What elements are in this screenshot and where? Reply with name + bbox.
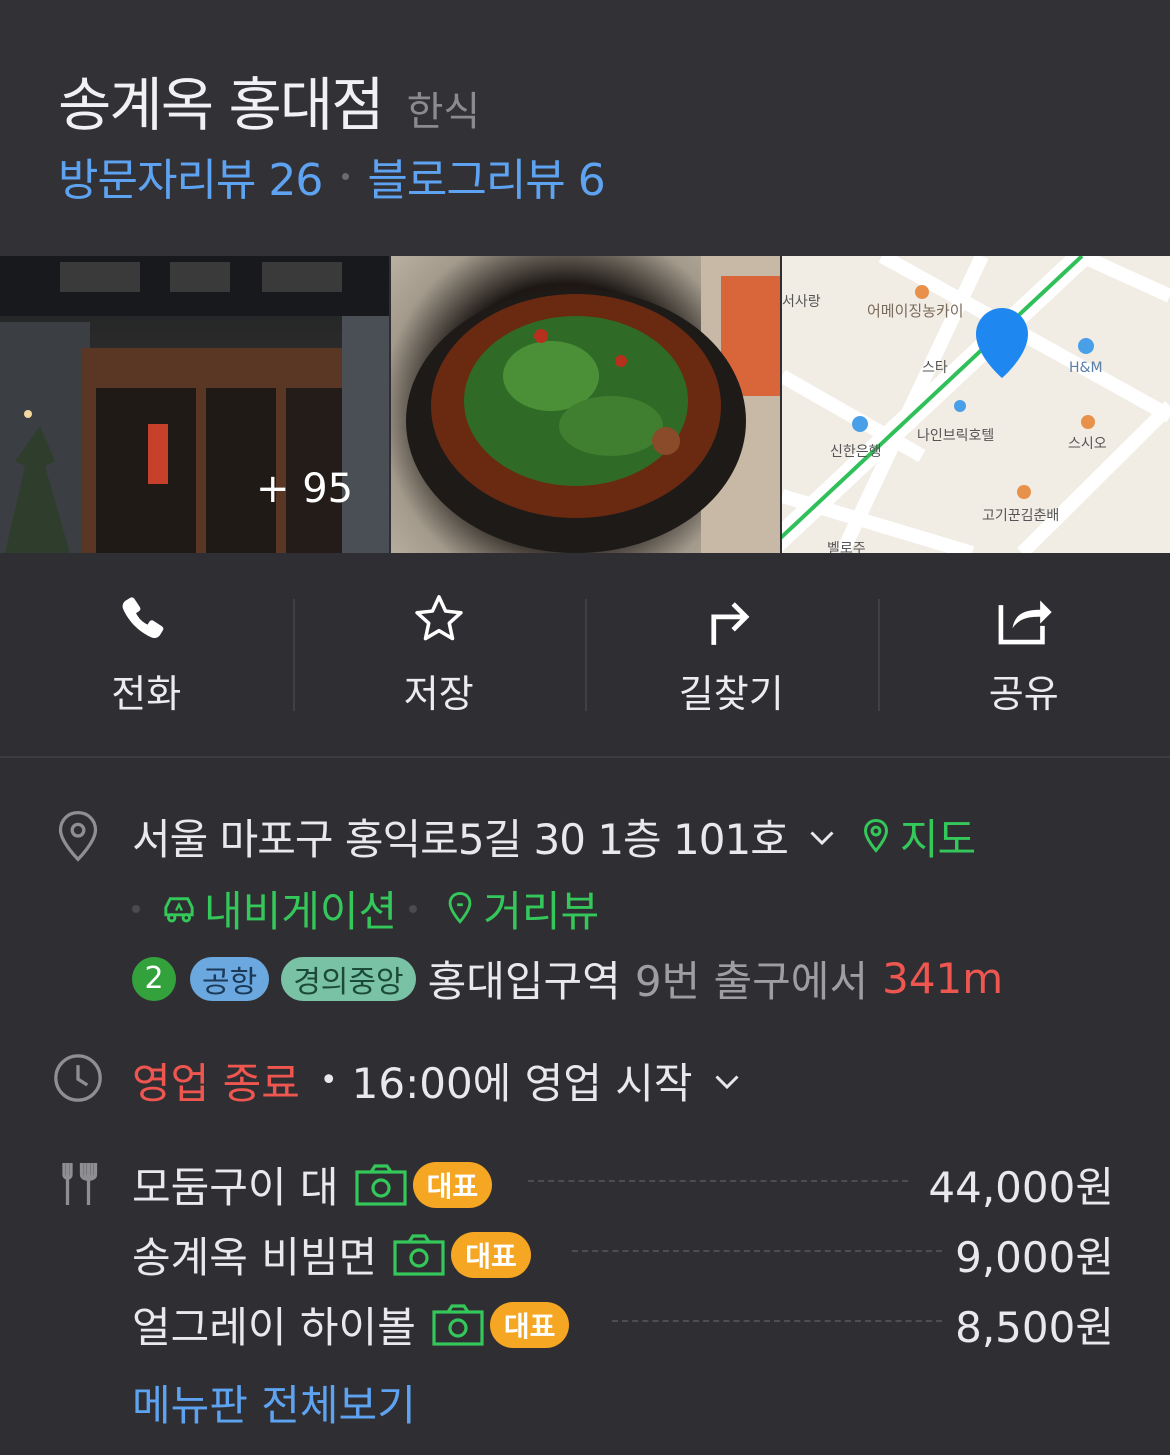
- separator-dot: [132, 904, 140, 913]
- title-row: 송계옥 홍대점 한식: [58, 58, 480, 142]
- menu-item-name: 송계옥 비빔면: [132, 1233, 378, 1282]
- map-label: H&M: [1069, 360, 1103, 376]
- action-bar: 전화 저장 길찾기 공유: [0, 553, 1170, 758]
- map-link[interactable]: 지도: [900, 806, 976, 867]
- map-label: 스타: [922, 360, 948, 376]
- save-label: 저장: [403, 672, 474, 716]
- menu-item-name: 모둠구이 대: [132, 1163, 339, 1212]
- call-label: 전화: [111, 672, 182, 716]
- map-label: 고기꾼김춘배: [982, 508, 1059, 524]
- address-text[interactable]: 서울 마포구 홍익로5길 30 1층 101호: [132, 806, 789, 867]
- camera-icon: [354, 1163, 407, 1206]
- more-photos-count: + 95: [256, 466, 354, 512]
- share-button[interactable]: 공유: [877, 553, 1170, 756]
- camera-icon: [432, 1303, 484, 1346]
- fork-knife-icon: [62, 1163, 98, 1205]
- directions-label: 길찾기: [678, 672, 784, 716]
- hours-row[interactable]: 영업 종료 • 16:00에 영업 시작: [132, 1050, 745, 1111]
- navigation-row: 내비게이션 거리뷰: [132, 878, 599, 939]
- address-row: 서울 마포구 홍익로5길 30 1층 101호 지도: [132, 806, 976, 867]
- leader-dots: [528, 1180, 908, 1182]
- subway-station: 홍대입구역: [427, 957, 621, 1006]
- separator-dot: [409, 904, 418, 913]
- star-icon: [409, 589, 469, 649]
- menu-item[interactable]: 송계옥 비빔면 대표: [132, 1224, 531, 1285]
- menu-item[interactable]: 모둠구이 대 대표: [132, 1154, 493, 1215]
- map-illustration: 어메이징농카이 H&M 신한은행 나인브릭호텔 스시오 고기꾼김춘배 벨로주 서…: [782, 256, 1170, 553]
- save-button[interactable]: 저장: [292, 553, 586, 756]
- map-label: 서사랑: [782, 294, 821, 310]
- reviews-row: 방문자리뷰 26 블로그리뷰 6: [58, 144, 606, 208]
- place-info: 서울 마포구 홍익로5길 30 1층 101호 지도 내비게이션 거리뷰 2 공…: [0, 760, 1170, 1455]
- car-icon: [164, 896, 194, 922]
- map-thumbnail[interactable]: 어메이징농카이 H&M 신한은행 나인브릭호텔 스시오 고기꾼김춘배 벨로주 서…: [782, 256, 1170, 553]
- signature-badge: 대표: [451, 1231, 531, 1278]
- subway-line-gyeongui-badge: 경의중앙: [281, 956, 416, 1001]
- map-label: 벨로주: [827, 541, 866, 553]
- photo-strip: + 95 어메이징농카이 H&M 신한은행 나인브릭호텔 스시오 고기꾼김춘배: [0, 256, 1170, 553]
- place-header: 송계옥 홍대점 한식 방문자리뷰 26 블로그리뷰 6: [0, 0, 1170, 256]
- menu-item-price: 8,500원: [955, 1303, 1114, 1352]
- leader-dots: [612, 1320, 942, 1322]
- clock-icon: [54, 1054, 102, 1102]
- call-button[interactable]: 전화: [0, 553, 293, 756]
- subway-distance: 341m: [882, 954, 1004, 1003]
- phone-icon: [116, 589, 176, 649]
- map-label: 어메이징농카이: [867, 302, 964, 320]
- subway-line-airport-badge: 공항: [190, 956, 270, 1001]
- directions-icon: [701, 589, 761, 649]
- leader-dots: [572, 1250, 942, 1252]
- stew-illustration: [406, 256, 780, 553]
- view-full-menu-link[interactable]: 메뉴판 전체보기: [132, 1372, 416, 1433]
- signature-badge: 대표: [489, 1301, 570, 1348]
- camera-icon: [393, 1233, 445, 1276]
- subway-exit: 9번 출구에서: [634, 957, 869, 1006]
- separator-dot: [342, 172, 350, 180]
- navigation-link[interactable]: 내비게이션: [204, 878, 397, 939]
- menu-item-name: 얼그레이 하이볼: [132, 1303, 416, 1352]
- place-title: 송계옥 홍대점: [58, 71, 385, 139]
- menu-item-price: 44,000원: [928, 1163, 1114, 1212]
- storefront-photo[interactable]: + 95: [0, 256, 389, 553]
- map-pin-icon: [863, 818, 888, 853]
- share-label: 공유: [988, 672, 1059, 716]
- subway-line-2-badge: 2: [132, 956, 176, 1001]
- directions-button[interactable]: 길찾기: [585, 553, 878, 756]
- street-view-icon: [448, 891, 472, 924]
- signature-badge: 대표: [412, 1161, 493, 1208]
- business-status: 영업 종료: [132, 1059, 300, 1108]
- map-label: 신한은행: [830, 444, 882, 460]
- menu-item-price: 9,000원: [955, 1233, 1114, 1282]
- share-icon: [994, 589, 1054, 649]
- food-photo[interactable]: [391, 256, 780, 553]
- place-category: 한식: [406, 89, 481, 135]
- menu-item[interactable]: 얼그레이 하이볼 대표: [132, 1294, 570, 1355]
- location-pin-icon: [58, 811, 98, 862]
- blog-reviews-link[interactable]: 블로그리뷰 6: [367, 144, 605, 208]
- bullet-separator: •: [319, 1063, 338, 1098]
- map-label: 나인브릭호텔: [917, 428, 994, 444]
- map-label: 스시오: [1068, 436, 1107, 452]
- chevron-down-icon[interactable]: [804, 819, 840, 855]
- street-view-link[interactable]: 거리뷰: [483, 878, 599, 939]
- subway-row: 2 공항 경의중앙 홍대입구역 9번 출구에서 341m: [132, 948, 1003, 1009]
- next-open-time: 16:00에 영업 시작: [351, 1059, 693, 1108]
- chevron-down-icon[interactable]: [709, 1063, 745, 1099]
- visitor-reviews-link[interactable]: 방문자리뷰 26: [58, 144, 323, 208]
